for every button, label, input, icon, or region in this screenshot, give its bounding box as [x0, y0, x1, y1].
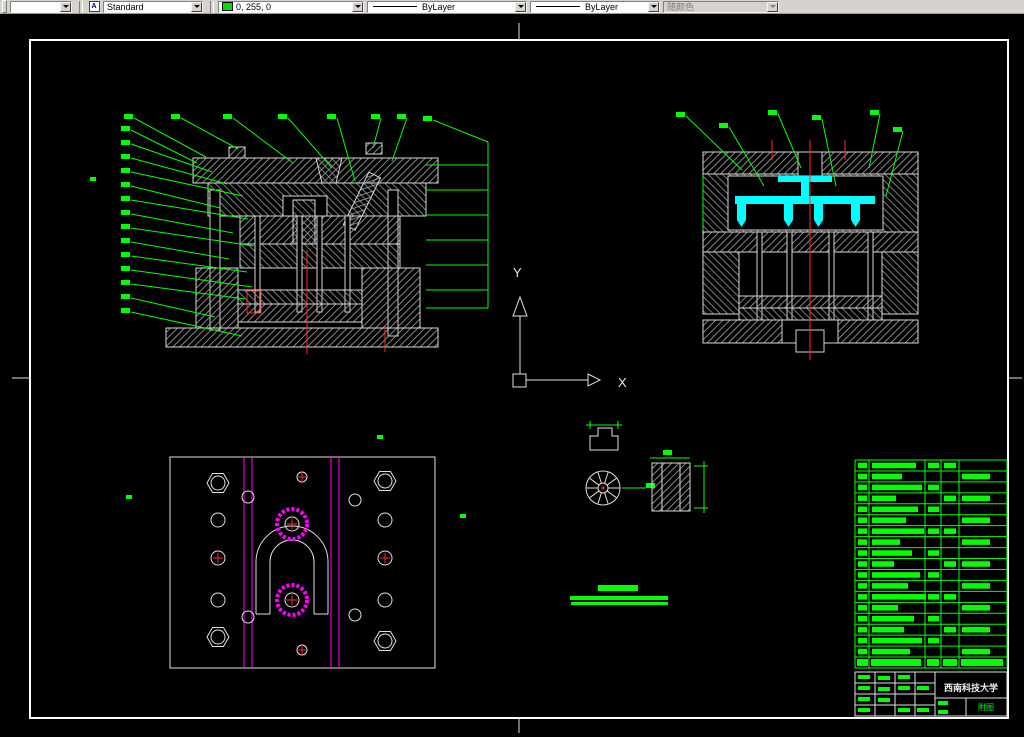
- letter-a-icon: A: [88, 1, 100, 12]
- drawing-frame: [12, 23, 1022, 733]
- toolbar-separator: [210, 0, 214, 13]
- section-view-front: [165, 142, 439, 354]
- style-combo[interactable]: Standard: [103, 0, 203, 13]
- detail-views: [585, 421, 708, 513]
- chevron-down-icon: [193, 5, 200, 8]
- chevron-down-icon: [650, 5, 657, 8]
- lineweight-combo[interactable]: ByLayer: [530, 0, 660, 13]
- plotstyle-combo-arrow-button: [767, 1, 778, 12]
- plotstyle-combo: 随颜色: [663, 0, 779, 13]
- toolbar-grip[interactable]: [2, 0, 7, 13]
- model-space: Y X 西南科技大学 附图: [12, 23, 1022, 733]
- linetype-combo-arrow-button[interactable]: [515, 1, 526, 12]
- linetype-combo[interactable]: ByLayer: [367, 0, 527, 13]
- properties-toolbar: A Standard 0, 255, 0 ByLayer ByLayer 随颜色: [0, 0, 1024, 14]
- style-combo-value: Standard: [107, 1, 144, 12]
- text-style-manager-icon[interactable]: A: [87, 0, 101, 13]
- layer-combo-arrow-button[interactable]: [60, 1, 71, 12]
- style-combo-arrow-button[interactable]: [191, 1, 202, 12]
- lineweight-sample-icon: [536, 6, 580, 7]
- color-combo[interactable]: 0, 255, 0: [218, 0, 364, 13]
- layer-combo[interactable]: [10, 0, 72, 13]
- linetype-sample-icon: [373, 6, 417, 7]
- bom-table: [854, 459, 1008, 669]
- chevron-down-icon: [354, 5, 361, 8]
- chevron-down-icon: [769, 5, 776, 8]
- school-name: 西南科技大学: [944, 682, 998, 693]
- section-view-side: [702, 140, 919, 360]
- section-detail: [651, 462, 691, 512]
- note-text-bars: [570, 585, 668, 605]
- color-combo-value: 0, 255, 0: [236, 1, 272, 12]
- color-combo-arrow-button[interactable]: [352, 1, 363, 12]
- lineweight-combo-value: ByLayer: [585, 1, 619, 12]
- plotstyle-combo-value: 随颜色: [667, 1, 695, 12]
- lineweight-combo-arrow-button[interactable]: [648, 1, 659, 12]
- color-swatch: [222, 2, 233, 11]
- chevron-down-icon: [62, 5, 69, 8]
- drawing-label: 附图: [978, 702, 994, 712]
- plan-view: [169, 456, 436, 669]
- chevron-down-icon: [517, 5, 524, 8]
- cad-window: A Standard 0, 255, 0 ByLayer ByLayer 随颜色: [0, 0, 1024, 737]
- toolbar-separator: [79, 0, 83, 13]
- ucs-x-label: X: [618, 375, 627, 390]
- ucs-y-label: Y: [513, 265, 522, 280]
- title-block: 西南科技大学 附图: [854, 671, 1008, 717]
- ucs-icon: Y X: [512, 265, 627, 390]
- bolt-holes: [206, 471, 397, 656]
- drawing-area[interactable]: Y X 西南科技大学 附图: [0, 14, 1024, 737]
- linetype-combo-value: ByLayer: [422, 1, 456, 12]
